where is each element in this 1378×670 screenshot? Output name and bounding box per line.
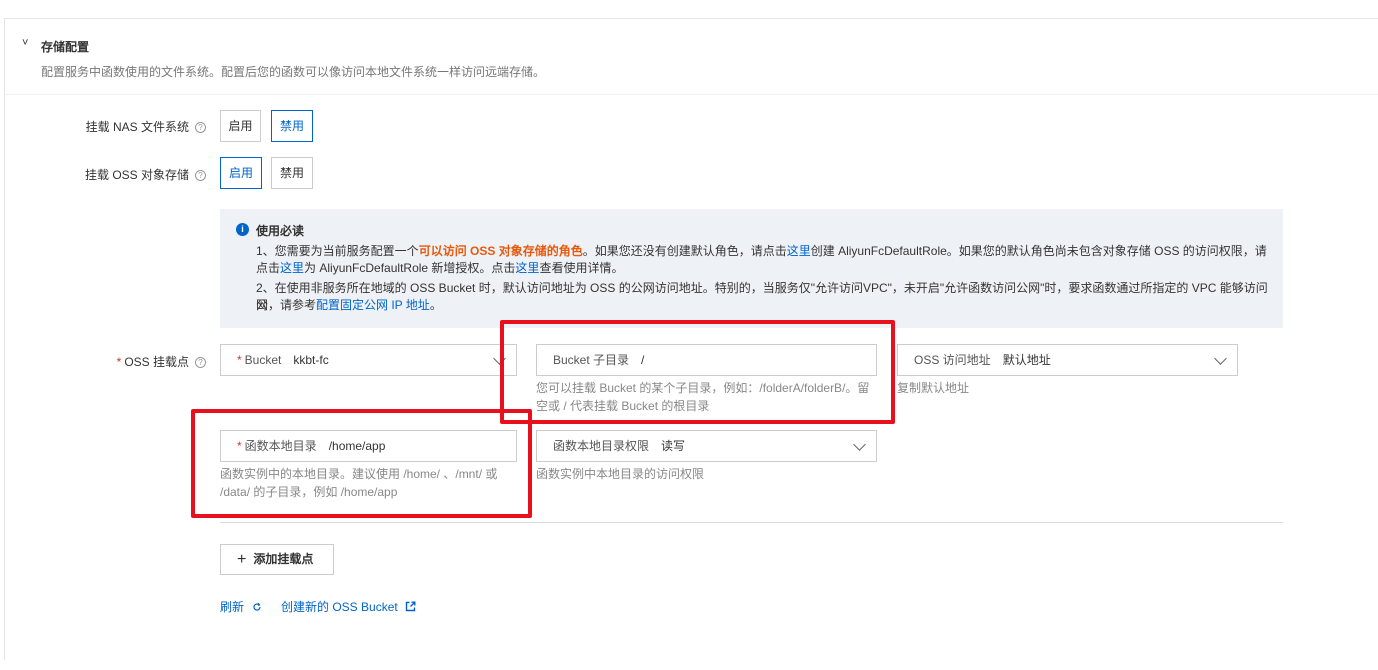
info-icon: i	[236, 223, 249, 236]
notice-line-1b: 点击这里为 AliyunFcDefaultRole 新增授权。点击这里查看使用详…	[256, 260, 1268, 277]
notice-text: 点击	[256, 261, 281, 275]
create-role-link[interactable]: 这里	[787, 244, 811, 258]
section-description: 配置服务中函数使用的文件系统。配置后您的函数可以像访问本地文件系统一样访问远端存…	[41, 65, 546, 79]
annotation-box-localdir	[191, 409, 532, 518]
notice-text: 网，请参考	[256, 298, 317, 312]
add-mount-label: 添加挂载点	[253, 552, 314, 566]
nas-enable-button[interactable]: 启用	[220, 110, 261, 142]
nas-label-text: 挂载 NAS 文件系统	[85, 120, 189, 134]
help-icon[interactable]: ?	[195, 170, 206, 182]
perm-hint: 函数实例中本地目录的访问权限	[536, 467, 705, 481]
chevron-down-icon[interactable]: ˅	[22, 37, 28, 49]
chevron-down-icon	[1214, 352, 1227, 365]
perm-value: 读写	[661, 439, 686, 453]
fixed-ip-link[interactable]: 配置固定公网 IP 地址	[316, 298, 430, 312]
nas-label: 挂载 NAS 文件系统?	[40, 118, 206, 135]
copy-default-endpoint-link[interactable]: 复制默认地址	[897, 379, 969, 397]
refresh-label: 刷新	[220, 600, 245, 614]
nas-disable-button[interactable]: 禁用	[271, 110, 313, 142]
refresh-link[interactable]: 刷新	[220, 598, 262, 615]
create-bucket-label: 创建新的 OSS Bucket	[281, 600, 398, 614]
usage-details-link[interactable]: 这里	[515, 261, 539, 275]
notice-text: 查看使用详情。	[539, 261, 624, 275]
bucket-select[interactable]: * Bucket kkbt-fc	[220, 344, 517, 376]
local-dir-permission-select[interactable]: 函数本地目录权限 读写	[536, 430, 877, 462]
grant-role-link[interactable]: 这里	[280, 261, 304, 275]
endpoint-key: OSS 访问地址	[914, 353, 991, 367]
notice-highlight: 可以访问 OSS 对象存储的角色	[418, 244, 583, 258]
notice-text: 。如果您还没有创建默认角色，请点击	[582, 244, 787, 258]
oss-label: 挂载 OSS 对象存储?	[40, 166, 206, 183]
annotation-box-subdir	[500, 320, 895, 424]
oss-endpoint-select[interactable]: OSS 访问地址 默认地址	[897, 344, 1238, 376]
add-mount-point-button[interactable]: + 添加挂载点	[220, 544, 334, 575]
refresh-icon	[253, 602, 261, 611]
create-bucket-link[interactable]: 创建新的 OSS Bucket	[281, 598, 416, 615]
oss-label-text: 挂载 OSS 对象存储	[84, 168, 189, 182]
chevron-down-icon	[853, 438, 866, 451]
required-mark: *	[237, 353, 242, 367]
divider	[220, 522, 1283, 523]
section-title: 存储配置	[41, 40, 90, 54]
external-link-icon	[405, 601, 416, 612]
help-icon[interactable]: ?	[195, 357, 206, 369]
oss-enable-button[interactable]: 启用	[220, 157, 262, 189]
bucket-value: kkbt-fc	[293, 353, 329, 367]
endpoint-value: 默认地址	[1002, 353, 1051, 367]
notice-text: 为 AliyunFcDefaultRole 新增授权。点击	[304, 261, 516, 275]
plus-icon: +	[237, 551, 247, 568]
required-mark: *	[116, 355, 122, 369]
notice-text: 。	[429, 298, 442, 312]
notice-text: 创建 AliyunFcDefaultRole。如果您的默认角色尚未包含对象存储 …	[810, 244, 1267, 258]
oss-disable-button[interactable]: 禁用	[271, 157, 313, 189]
notice-line-2b: 网，请参考配置固定公网 IP 地址。	[256, 297, 1268, 314]
bucket-key: Bucket	[244, 353, 282, 367]
section-header: ˅ 存储配置 配置服务中函数使用的文件系统。配置后您的函数可以像访问本地文件系统…	[5, 19, 1378, 94]
notice-line-1: 1、您需要为当前服务配置一个可以访问 OSS 对象存储的角色。如果您还没有创建默…	[256, 243, 1268, 260]
mount-label-text: OSS 挂载点	[124, 355, 189, 369]
perm-key: 函数本地目录权限	[553, 439, 650, 453]
mount-label: * OSS 挂载点?	[40, 353, 206, 370]
usage-notice: i 使用必读 1、您需要为当前服务配置一个可以访问 OSS 对象存储的角色。如果…	[220, 209, 1283, 328]
notice-text: 1、您需要为当前服务配置一个	[256, 244, 419, 258]
notice-title: 使用必读	[256, 224, 305, 238]
help-icon[interactable]: ?	[195, 122, 206, 134]
